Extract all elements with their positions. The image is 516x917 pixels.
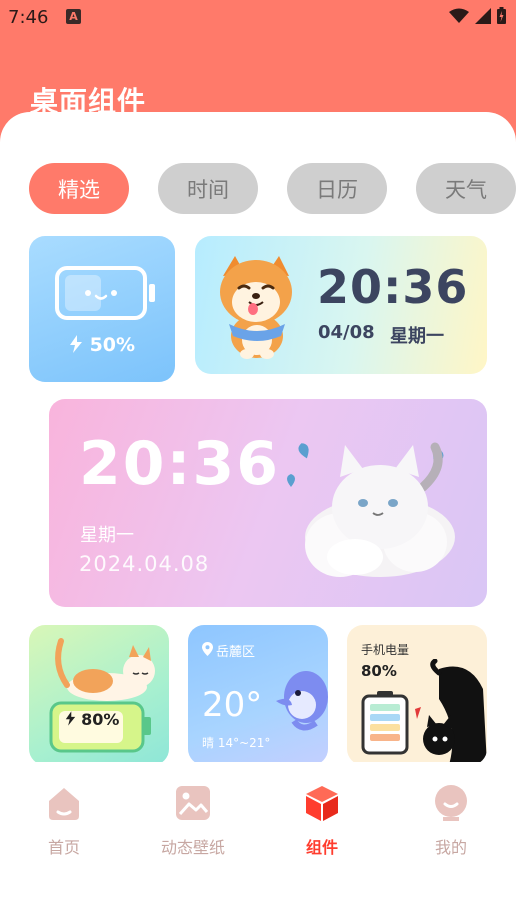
profile-icon bbox=[435, 785, 467, 821]
notification-icon: A bbox=[66, 9, 81, 24]
nav-widgets-label: 组件 bbox=[305, 838, 338, 857]
battery-face-icon bbox=[55, 266, 155, 320]
dolphin-illustration bbox=[276, 671, 328, 731]
cat-battery-widget[interactable]: 80% bbox=[29, 625, 169, 765]
weather-location: 岳麓区 bbox=[216, 645, 256, 660]
black-cat-illustration bbox=[415, 659, 487, 765]
phone-battery-widget[interactable]: 手机电量 80% bbox=[347, 625, 487, 765]
nav-widgets[interactable]: 组件 bbox=[267, 784, 377, 858]
battery-widget[interactable]: 50% bbox=[29, 236, 175, 382]
charging-bolt-icon bbox=[65, 711, 76, 726]
weather-temperature: 20° bbox=[202, 685, 263, 725]
nav-live-wallpaper-label: 动态壁纸 bbox=[160, 838, 225, 857]
cat-battery-percent: 80% bbox=[81, 710, 120, 729]
shiba-dog-illustration bbox=[220, 256, 292, 359]
category-tabs: 精选 时间 日历 天气 bbox=[0, 163, 516, 215]
nav-profile[interactable]: 我的 bbox=[396, 784, 506, 858]
tab-featured[interactable]: 精选 bbox=[29, 163, 129, 214]
cat-clock-weekday: 星期一 bbox=[80, 525, 134, 546]
phone-battery-label: 手机电量 bbox=[361, 643, 410, 657]
status-icons bbox=[449, 7, 506, 24]
sleeping-cat-illustration bbox=[55, 638, 155, 701]
nav-home-label: 首页 bbox=[47, 838, 80, 857]
tab-weather[interactable]: 天气 bbox=[416, 163, 516, 214]
tab-time[interactable]: 时间 bbox=[158, 163, 258, 214]
cube-icon bbox=[306, 786, 338, 821]
cat-clock-date: 2024.04.08 bbox=[79, 552, 210, 576]
signal-icon bbox=[475, 7, 491, 24]
charging-bolt-icon bbox=[69, 335, 82, 353]
status-time: 7:46 bbox=[8, 7, 49, 28]
battery-percent: 50% bbox=[89, 334, 136, 356]
battery-status-icon bbox=[497, 7, 506, 24]
shiba-clock-time: 20:36 bbox=[317, 260, 469, 314]
nav-live-wallpaper[interactable]: 动态壁纸 bbox=[138, 784, 248, 858]
weather-widget[interactable]: 岳麓区 20° 晴 14°~21° bbox=[188, 625, 328, 765]
phone-battery-percent: 80% bbox=[361, 662, 397, 680]
content-sheet: 精选 时间 日历 天气 50% 20:36 04/08 星期一 20:36 星期… bbox=[0, 112, 516, 917]
battery-percent-row: 50% bbox=[29, 334, 175, 356]
nav-profile-label: 我的 bbox=[434, 838, 467, 857]
home-icon bbox=[49, 788, 79, 820]
image-icon bbox=[176, 786, 210, 820]
shiba-clock-weekday: 星期一 bbox=[390, 326, 444, 347]
wifi-icon bbox=[449, 8, 469, 23]
location-pin-icon bbox=[202, 642, 213, 656]
shiba-clock-date: 04/08 bbox=[318, 322, 375, 343]
cat-on-cloud-illustration bbox=[287, 442, 455, 577]
bottom-navigation: 首页 动态壁纸 组件 我的 bbox=[0, 762, 516, 882]
status-bar: 7:46 A bbox=[0, 0, 516, 36]
battery-bars-icon bbox=[361, 691, 409, 755]
shiba-clock-widget[interactable]: 20:36 04/08 星期一 bbox=[195, 236, 487, 374]
cat-battery-row: 80% bbox=[65, 710, 119, 729]
weather-condition-range: 晴 14°~21° bbox=[202, 736, 271, 750]
cat-clock-time: 20:36 bbox=[79, 429, 280, 499]
nav-home[interactable]: 首页 bbox=[9, 784, 119, 858]
tab-calendar[interactable]: 日历 bbox=[287, 163, 387, 214]
cat-clock-widget[interactable]: 20:36 星期一 2024.04.08 bbox=[49, 399, 487, 607]
